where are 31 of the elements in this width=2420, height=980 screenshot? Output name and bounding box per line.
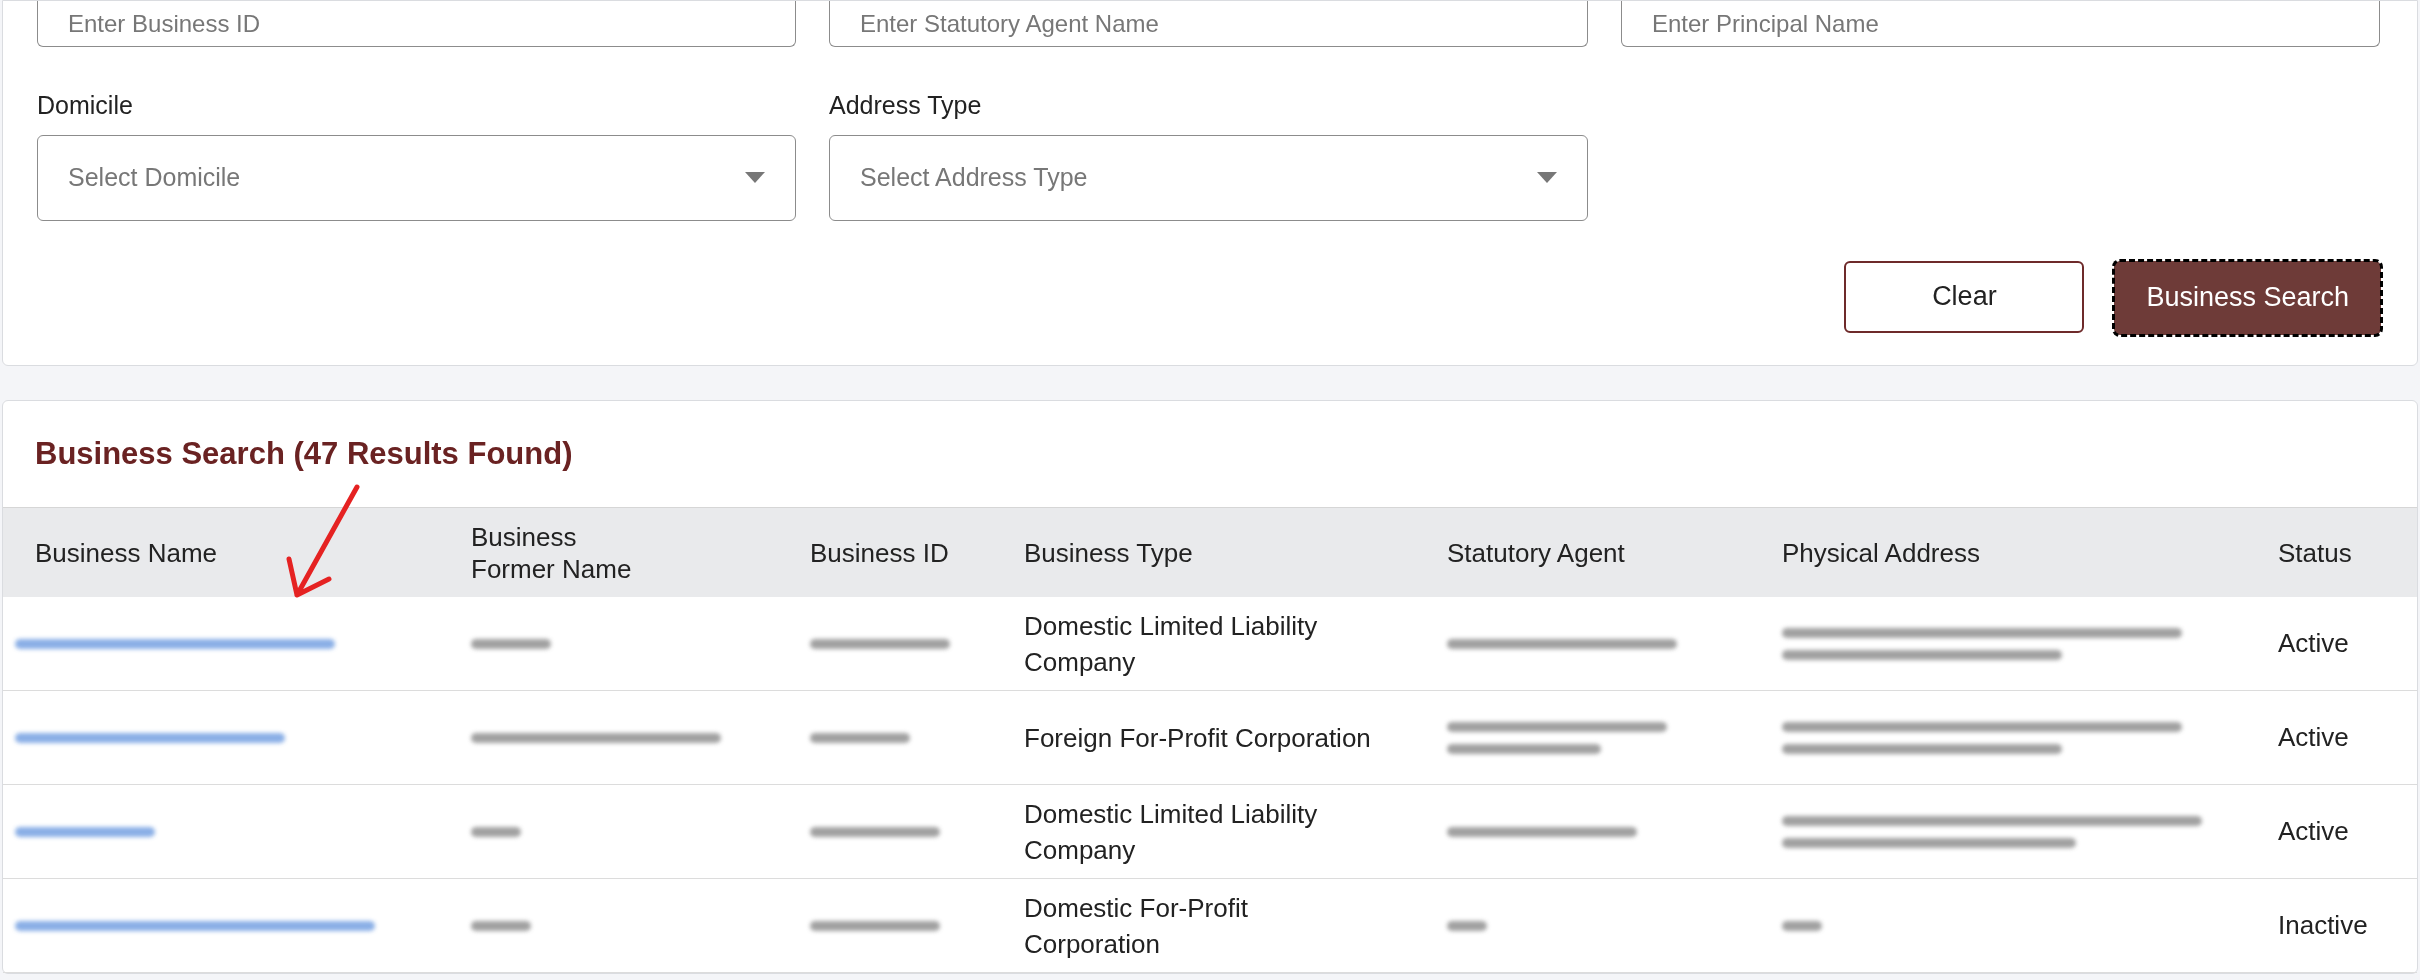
status-cell-text: Active <box>2278 721 2350 754</box>
table-cell-text: Domestic Limited Liability Company <box>1024 797 1319 867</box>
status-cell-text: Active <box>2278 815 2350 848</box>
column-header: Business Type <box>1024 536 1194 569</box>
field-label: Domicile <box>37 90 134 121</box>
status-cell-text: Active <box>2278 627 2350 660</box>
select-field[interactable]: Select Domicile <box>37 134 796 221</box>
search-button[interactable]: Business Search <box>2114 260 2381 335</box>
column-header: Status <box>2278 536 2353 569</box>
blurred-text-drawing <box>1782 920 1822 931</box>
status-cell-text: Inactive <box>2278 909 2369 942</box>
table-cell-text: Domestic For-Profit Corporation <box>1024 891 1249 961</box>
column-header: Business Name <box>35 536 219 569</box>
text-field[interactable]: Enter Statutory Agent Name <box>829 1 1588 47</box>
column-header: Business ID <box>810 536 950 569</box>
blurred-text-drawing <box>471 920 531 931</box>
column-header: Physical Address <box>1782 536 1981 569</box>
results-title: Business Search (47 Results Found) <box>34 434 574 473</box>
text-field[interactable]: Enter Principal Name <box>1621 1 2380 47</box>
blurred-text-drawing <box>471 826 521 837</box>
blurred-text-drawing <box>1447 920 1487 931</box>
select-field[interactable]: Select Address Type <box>829 134 1588 221</box>
caret-icon <box>745 171 765 184</box>
table-cell-text: Foreign For-Profit Corporation <box>1024 721 1372 755</box>
text-field[interactable]: Enter Business ID <box>37 1 796 47</box>
caret-icon <box>1537 171 1557 184</box>
column-header: Statutory Agent <box>1447 536 1626 569</box>
column-header: Business Former Name <box>471 520 633 585</box>
table-cell-text: Domestic Limited Liability Company <box>1024 609 1319 679</box>
clear-button[interactable]: Clear <box>1844 260 2085 333</box>
field-label: Address Type <box>829 90 983 121</box>
